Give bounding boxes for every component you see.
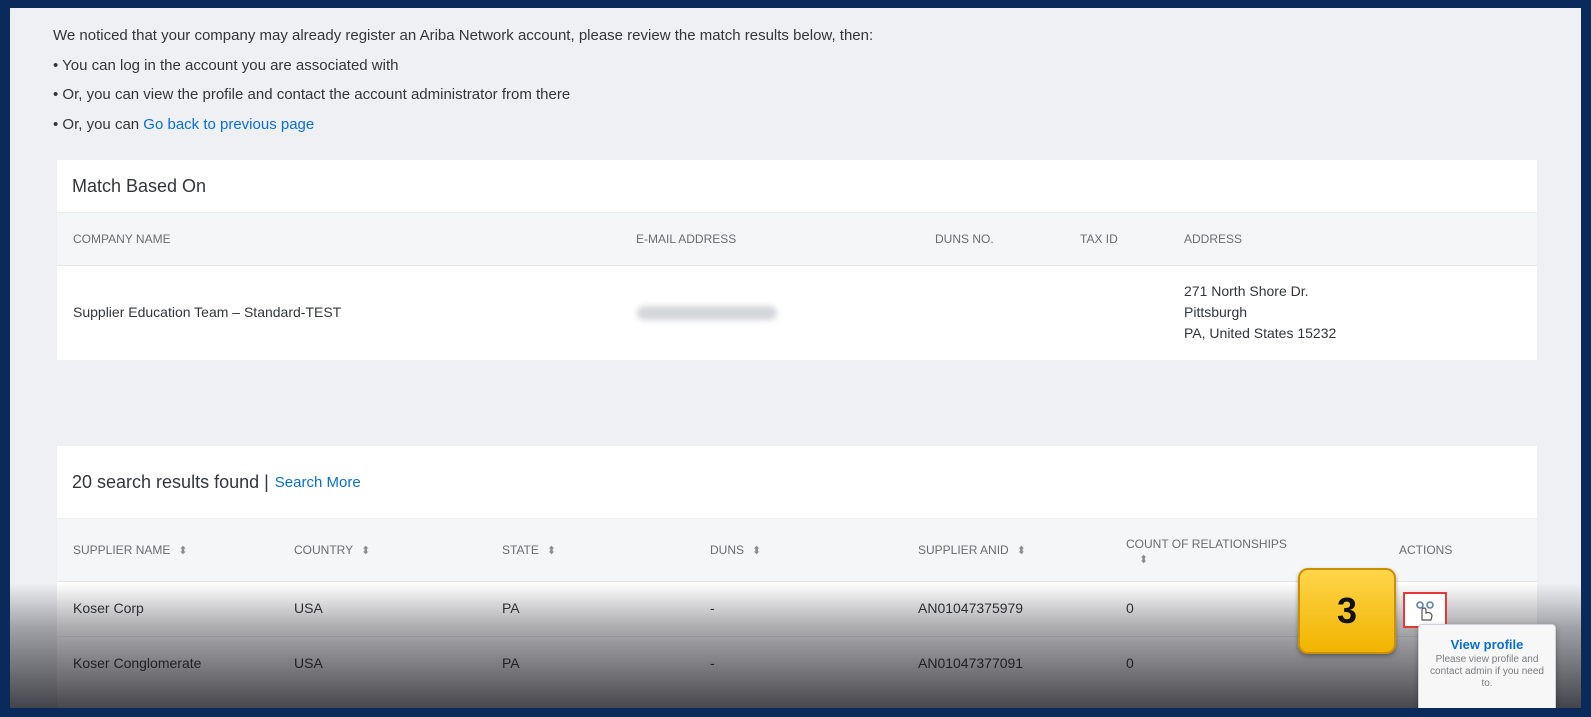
col-email: E-MAIL ADDRESS xyxy=(636,232,737,246)
intro-text: We noticed that your company may already… xyxy=(53,26,873,144)
col-supplier-name[interactable]: SUPPLIER NAME ⬍ xyxy=(73,543,188,557)
state: PA xyxy=(502,600,520,616)
col-duns[interactable]: DUNS ⬍ xyxy=(710,543,761,557)
col-company-name: COMPANY NAME xyxy=(73,232,171,246)
col-state[interactable]: STATE ⬍ xyxy=(502,543,556,557)
tooltip-body: Please view profile and contact admin if… xyxy=(1430,654,1544,689)
address-line1: 271 North Shore Dr. xyxy=(1184,283,1309,299)
col-supplier-anid[interactable]: SUPPLIER ANID ⬍ xyxy=(918,543,1026,557)
col-duns-no: DUNS NO. xyxy=(935,232,994,246)
duns: - xyxy=(710,600,715,616)
country: USA xyxy=(294,655,323,671)
view-profile-icon xyxy=(1416,601,1434,621)
state: PA xyxy=(502,655,520,671)
search-more-link[interactable]: Search More xyxy=(275,474,361,491)
match-card: Match Based On COMPANY NAME E-MAIL ADDRE… xyxy=(57,160,1537,360)
supplier-anid: AN01047377091 xyxy=(918,655,1024,671)
relationship-count: 0 xyxy=(1126,655,1134,671)
step-badge: 3 xyxy=(1298,568,1396,654)
match-row: Supplier Education Team – Standard-TEST … xyxy=(57,266,1537,360)
view-profile-button[interactable] xyxy=(1403,592,1447,628)
col-country[interactable]: COUNTRY ⬍ xyxy=(294,543,370,557)
match-company-name: Supplier Education Team – Standard-TEST xyxy=(73,304,342,320)
page: We noticed that your company may already… xyxy=(10,8,1581,708)
col-country-label: COUNTRY xyxy=(294,543,354,557)
col-state-label: STATE xyxy=(502,543,539,557)
col-actions: ACTIONS xyxy=(1399,543,1453,557)
supplier-anid: AN01047375979 xyxy=(918,600,1024,616)
address-line3: PA, United States 15232 xyxy=(1184,325,1337,341)
sort-icon[interactable]: ⬍ xyxy=(361,544,370,557)
intro-bullet-login: • You can log in the account you are ass… xyxy=(53,56,399,74)
match-title: Match Based On xyxy=(72,175,207,196)
relationship-count: 0 xyxy=(1126,600,1134,616)
col-supplier-name-label: SUPPLIER NAME xyxy=(73,543,171,557)
view-profile-tooltip: View profile Please view profile and con… xyxy=(1418,624,1556,708)
sort-icon[interactable]: ⬍ xyxy=(1139,553,1148,566)
sort-icon[interactable]: ⬍ xyxy=(1017,544,1026,557)
sort-icon[interactable]: ⬍ xyxy=(752,544,761,557)
col-duns-label: DUNS xyxy=(710,543,745,557)
address-line2: Pittsburgh xyxy=(1184,304,1248,320)
col-supplier-anid-label: SUPPLIER ANID xyxy=(918,543,1009,557)
tooltip-title: View profile xyxy=(1450,637,1524,652)
go-back-link[interactable]: Go back to previous page xyxy=(143,116,314,133)
results-summary: 20 search results found | xyxy=(72,471,269,492)
sort-icon[interactable]: ⬍ xyxy=(178,544,187,557)
col-address: ADDRESS xyxy=(1184,232,1243,246)
country: USA xyxy=(294,600,323,616)
email-redacted xyxy=(637,306,777,320)
duns: - xyxy=(710,655,715,671)
results-header: 20 search results found | Search More xyxy=(57,446,1537,518)
col-tax-id: TAX ID xyxy=(1080,232,1118,246)
match-table-header: COMPANY NAME E-MAIL ADDRESS DUNS NO. TAX… xyxy=(57,212,1537,266)
supplier-name: Koser Corp xyxy=(73,600,144,616)
intro-lead: We noticed that your company may already… xyxy=(53,27,874,44)
intro-bullet-profile: • Or, you can view the profile and conta… xyxy=(53,86,571,103)
intro-bullet-back: • Or, you can Go back to previous page xyxy=(53,115,873,145)
intro-bullet-back-prefix: • Or, you can xyxy=(53,115,144,133)
col-count-of-relationships[interactable]: COUNT OF RELATIONSHIPS xyxy=(1126,537,1287,551)
sort-icon[interactable]: ⬍ xyxy=(547,544,556,557)
supplier-name: Koser Conglomerate xyxy=(73,655,202,671)
